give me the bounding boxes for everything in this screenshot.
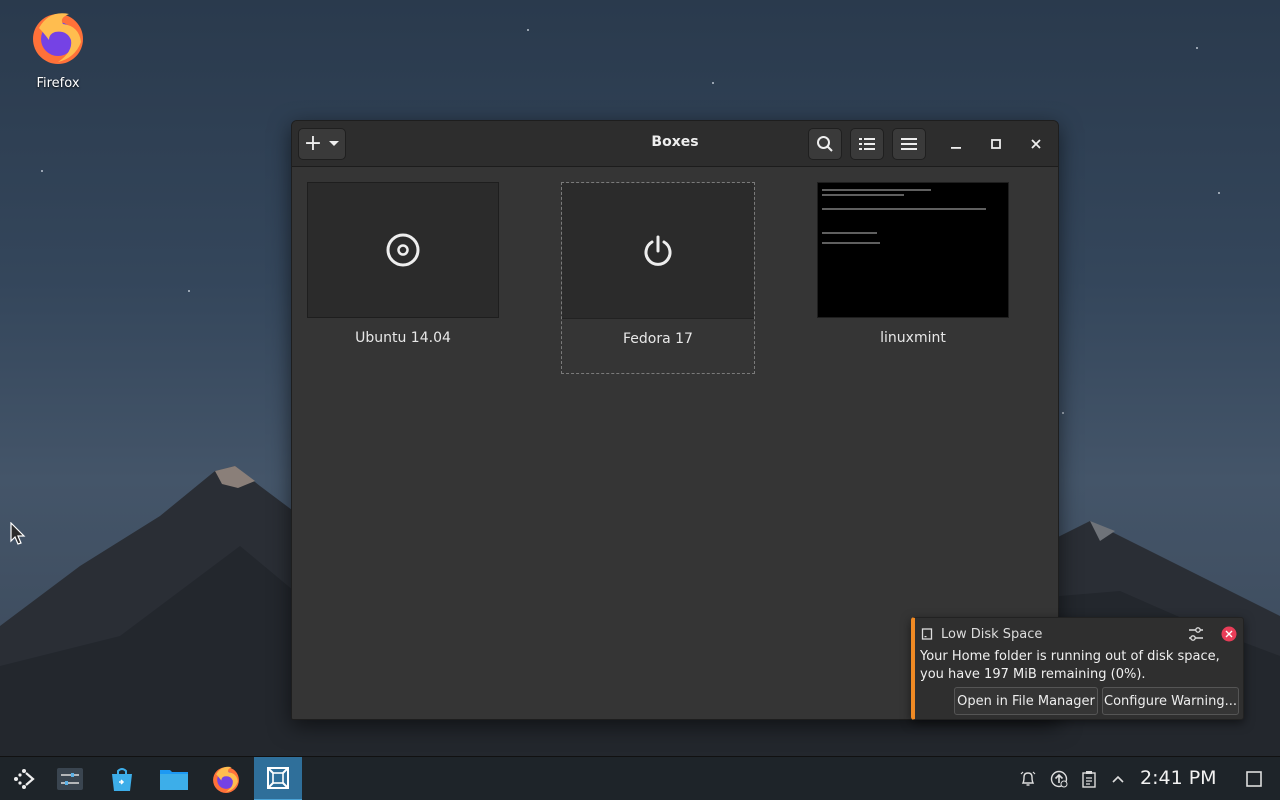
chevron-down-icon [329,141,340,146]
notification-header: Low Disk Space [921,624,1237,644]
open-in-file-manager-button[interactable]: Open in File Manager [954,687,1098,715]
close-icon [1031,139,1041,149]
tray-expand[interactable] [1108,769,1128,789]
box-item-linuxmint[interactable]: linuxmint [816,182,1010,346]
window-title: Boxes [651,134,699,150]
desktop-icon-label: Firefox [36,76,80,91]
main-menu-button[interactable] [892,128,926,160]
taskbar: 2:41 PM [0,756,1280,800]
mouse-pointer-icon [10,522,26,545]
box-thumbnail [562,183,754,319]
notification-body-line: Your Home folder is running out of disk … [920,649,1220,664]
file-manager-icon [160,770,188,790]
taskbar-boxes[interactable] [254,757,302,800]
minimize-icon [951,147,961,149]
notification-title: Low Disk Space [941,626,1043,642]
taskbar-firefox[interactable] [202,757,250,800]
boxes-icon [267,767,289,789]
configure-warning-button[interactable]: Configure Warning... [1102,687,1239,715]
box-name: Fedora 17 [623,331,693,347]
show-desktop-button[interactable] [1244,769,1264,789]
low-disk-space-notification: Low Disk Space Your Home folder is runni… [911,617,1244,720]
close-notification-icon[interactable] [1221,626,1237,642]
cd-disc-icon [386,233,420,267]
power-icon [644,235,672,266]
application-launcher-button[interactable] [0,757,48,800]
box-thumbnail [307,182,499,318]
taskbar-system-settings[interactable] [46,757,94,800]
firefox-icon [213,766,239,793]
list-view-button[interactable] [850,128,884,160]
maximize-button[interactable] [985,133,1007,155]
updates-icon [1050,770,1068,788]
show-desktop-icon [1246,771,1262,787]
plus-icon: + [303,131,323,156]
list-view-icon [859,138,875,150]
box-item-fedora[interactable]: Fedora 17 [561,182,755,374]
clock[interactable]: 2:41 PM [1140,767,1217,789]
close-button[interactable] [1025,133,1047,155]
search-button[interactable] [808,128,842,160]
notifications-bell-icon [1020,771,1036,786]
new-box-button[interactable]: + [298,128,346,160]
taskbar-discover[interactable] [98,757,146,800]
show-hidden-arrow-icon [1112,775,1124,783]
application-launcher-icon [14,769,35,789]
firefox-icon [33,13,83,64]
maximize-icon [991,139,1001,149]
tray-clipboard[interactable] [1079,769,1099,789]
search-icon [817,136,833,152]
notification-message: Your Home folder is running out of disk … [920,648,1230,684]
console-screenshot [817,182,1009,318]
tray-notifications[interactable] [1018,769,1038,789]
discover-store-icon [112,768,132,791]
header-bar: + Boxes [292,121,1058,167]
desktop-firefox-shortcut[interactable]: Firefox [18,8,98,91]
minimize-button[interactable] [945,133,967,155]
taskbar-file-manager[interactable] [150,757,198,800]
hamburger-menu-icon [901,138,917,150]
box-name: linuxmint [880,330,946,346]
box-name: Ubuntu 14.04 [355,330,451,346]
notification-body-line: you have 197 MiB remaining (0%). [920,667,1146,682]
clipboard-icon [1082,771,1096,788]
system-settings-icon [57,768,83,790]
drive-icon [921,628,933,640]
tray-updates[interactable] [1049,769,1069,789]
notification-settings-icon[interactable] [1187,625,1205,643]
box-item-ubuntu[interactable]: Ubuntu 14.04 [306,182,500,346]
